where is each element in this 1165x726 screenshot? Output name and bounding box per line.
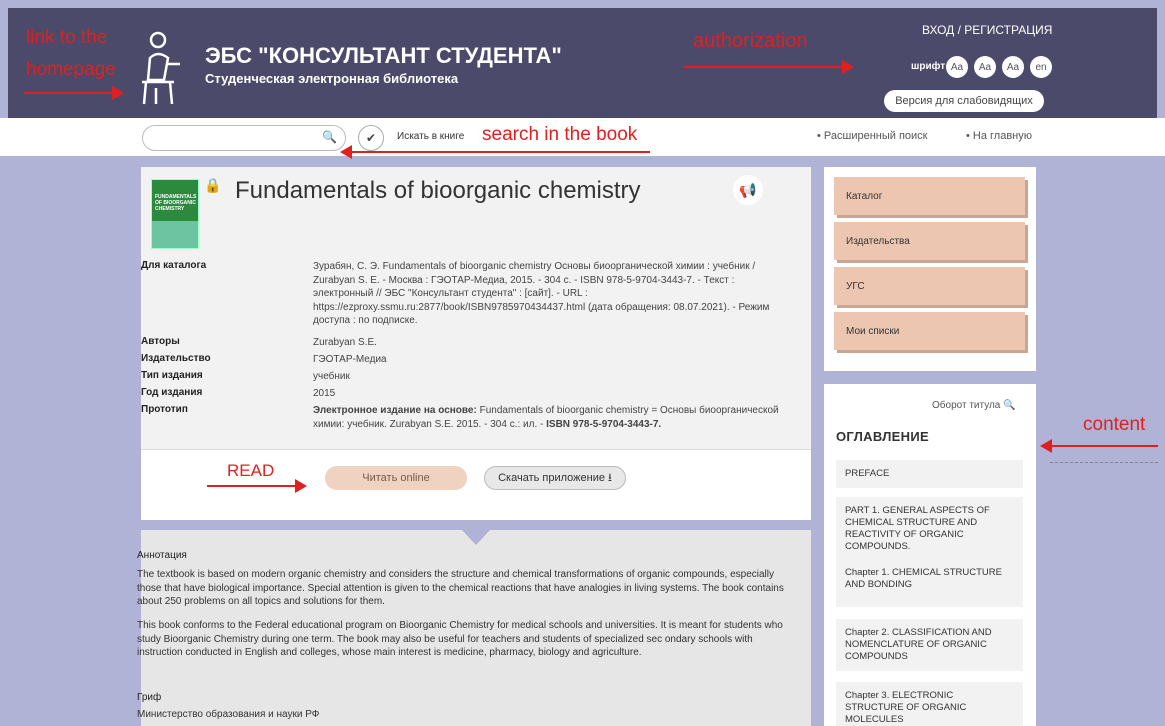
download-app-button[interactable]: Скачать приложение ⭳ bbox=[484, 466, 626, 490]
low-vision-button[interactable]: Версия для слабовидящих bbox=[884, 90, 1044, 112]
font-small-button[interactable]: Aa bbox=[946, 56, 968, 78]
brand-title[interactable]: ЭБС "КОНСУЛЬТАНТ СТУДЕНТА" bbox=[205, 43, 562, 69]
search-input[interactable] bbox=[142, 125, 346, 151]
prototype-isbn: ISBN 978-5-9704-3443-7. bbox=[546, 418, 662, 430]
title-page-label: Оборот титула bbox=[932, 400, 1001, 411]
zoom-icon: 🔍 bbox=[1003, 400, 1016, 411]
title-page-link[interactable]: Оборот титула 🔍 bbox=[932, 400, 1016, 411]
meta-value-prototype: Электронное издание на основе: Fundament… bbox=[313, 404, 793, 431]
grif-value: Министерство образования и науки РФ bbox=[137, 709, 320, 720]
toc-item[interactable]: PREFACE bbox=[836, 460, 1023, 488]
menu-item-my-lists[interactable]: Мои списки bbox=[834, 312, 1025, 350]
annotation-arrow bbox=[684, 66, 844, 68]
actions-bar: READ Читать online Скачать приложение ⭳ bbox=[141, 450, 811, 520]
search-bar: 🔍 ✔ Искать в книге search in the book • … bbox=[0, 118, 1165, 159]
toc-item-part1: PART 1. GENERAL ASPECTS OF CHEMICAL STRU… bbox=[845, 505, 990, 552]
arrow-head-icon bbox=[295, 479, 307, 493]
menu-item-publishers[interactable]: Издательства bbox=[834, 222, 1025, 260]
search-icon[interactable]: 🔍 bbox=[322, 130, 337, 144]
meta-value-catalog: Зурабян, С. Э. Fundamentals of bioorgani… bbox=[313, 261, 770, 326]
annotation-arrow bbox=[350, 151, 650, 153]
language-en-button[interactable]: en bbox=[1030, 56, 1052, 78]
font-normal-button[interactable]: Aa bbox=[1002, 56, 1024, 78]
toc-item[interactable]: PART 1. GENERAL ASPECTS OF CHEMICAL STRU… bbox=[836, 497, 1023, 607]
arrow-head-icon bbox=[112, 86, 124, 100]
book-card: FUNDAMENTALS OF BIOORGANIC CHEMISTRY 🔒 F… bbox=[141, 167, 811, 520]
advanced-search-link[interactable]: • Расширенный поиск bbox=[817, 130, 928, 142]
login-register-link[interactable]: ВХОД / РЕГИСТРАЦИЯ bbox=[922, 23, 1052, 37]
toc-item[interactable]: Chapter 3. ELECTRONIC STRUCTURE OF ORGAN… bbox=[836, 682, 1023, 726]
download-icon: ⭳ bbox=[608, 471, 612, 484]
meta-value-year: 2015 bbox=[313, 388, 336, 399]
site-header: link to the homepage ЭБС "КОНСУЛЬТАНТ СТ… bbox=[8, 8, 1157, 118]
meta-label-authors: Авторы bbox=[141, 336, 180, 347]
cover-text: FUNDAMENTALS OF BIOORGANIC CHEMISTRY bbox=[155, 194, 197, 212]
abstract-label: Аннотация bbox=[137, 550, 187, 561]
menu-item-catalog[interactable]: Каталог bbox=[834, 177, 1025, 215]
annotation-authorization: authorization bbox=[693, 30, 808, 52]
notch-shape bbox=[461, 529, 491, 545]
meta-label-prototype: Прототип bbox=[141, 404, 188, 415]
toc-title: ОГЛАВЛЕНИЕ bbox=[836, 429, 929, 444]
meta-label-catalog: Для каталога bbox=[141, 260, 207, 271]
download-label: Скачать приложение bbox=[498, 472, 605, 484]
annotation-homepage: link to the homepage bbox=[26, 27, 116, 80]
book-title: Fundamentals of bioorganic chemistry bbox=[235, 177, 641, 204]
abstract-paragraph-1: The textbook is based on modern organic … bbox=[137, 569, 784, 607]
logo-icon[interactable] bbox=[136, 28, 182, 108]
meta-label-type: Тип издания bbox=[141, 370, 203, 381]
prototype-bold: Электронное издание на основе: bbox=[313, 405, 477, 416]
annotation-content: content bbox=[1083, 414, 1146, 435]
arrow-head-icon bbox=[842, 60, 854, 74]
book-metadata: Для каталога Зурабян, С. Э. Fundamentals… bbox=[141, 260, 811, 450]
arrow-head-icon bbox=[1040, 439, 1052, 453]
meta-label-year: Год издания bbox=[141, 387, 203, 398]
meta-value-authors: Zurabyan S.E. bbox=[313, 337, 377, 348]
font-large-button[interactable]: Aa bbox=[974, 56, 996, 78]
lock-icon: 🔒 bbox=[204, 177, 222, 193]
annotation-search: search in the book bbox=[482, 124, 638, 145]
speaker-icon[interactable]: 📢 bbox=[733, 175, 763, 205]
toc-item-chapter1: Chapter 1. CHEMICAL STRUCTURE AND BONDIN… bbox=[845, 567, 1002, 590]
catalog-menu: Каталог Издательства УГС Мои списки bbox=[824, 167, 1036, 371]
dashed-divider bbox=[1050, 462, 1158, 463]
brand-subtitle: Студенческая электронная библиотека bbox=[205, 71, 459, 86]
annotation-arrow bbox=[207, 485, 297, 487]
meta-value-publisher: ГЭОТАР-Медиа bbox=[313, 354, 387, 365]
read-online-button[interactable]: Читать online bbox=[325, 466, 467, 490]
annotation-arrow bbox=[24, 92, 114, 94]
arrow-head-icon bbox=[340, 145, 352, 159]
annotation-read: READ bbox=[227, 461, 275, 480]
annotation-arrow bbox=[1050, 445, 1158, 447]
table-of-contents: Оборот титула 🔍 ОГЛАВЛЕНИЕ PREFACE PART … bbox=[824, 384, 1036, 726]
menu-item-ugs[interactable]: УГС bbox=[834, 267, 1025, 305]
font-size-label: шрифт bbox=[911, 61, 946, 72]
abstract-panel: Аннотация The textbook is based on moder… bbox=[137, 529, 811, 726]
meta-label-publisher: Издательство bbox=[141, 353, 211, 364]
book-cover-image[interactable]: FUNDAMENTALS OF BIOORGANIC CHEMISTRY bbox=[151, 179, 199, 249]
search-in-book-label[interactable]: Искать в книге bbox=[397, 131, 464, 142]
check-icon[interactable]: ✔ bbox=[358, 125, 384, 151]
abstract-paragraph-2: This book conforms to the Federal educat… bbox=[137, 620, 783, 658]
meta-value-type: учебник bbox=[313, 371, 350, 382]
home-link[interactable]: • На главную bbox=[966, 130, 1032, 142]
toc-item[interactable]: Chapter 2. CLASSIFICATION AND NOMENCLATU… bbox=[836, 619, 1023, 671]
grif-label: Гриф bbox=[137, 692, 162, 703]
